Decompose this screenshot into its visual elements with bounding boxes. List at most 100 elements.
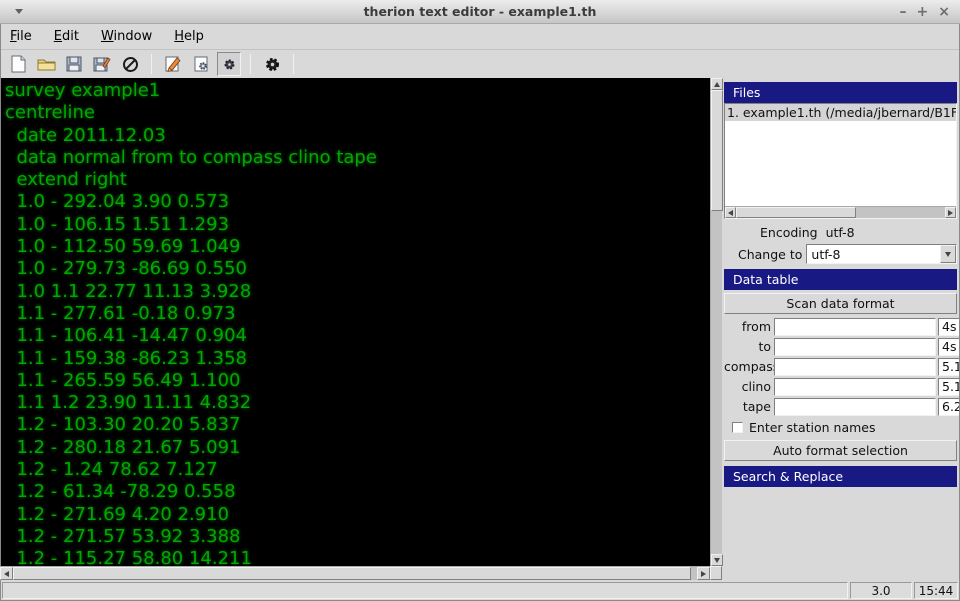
data-table-section-header[interactable]: Data table	[724, 269, 957, 290]
title-bar: therion text editor - example1.th – + ×	[0, 0, 960, 24]
toolbar-separator	[250, 54, 251, 74]
minimize-button[interactable]: –	[900, 3, 907, 21]
combobox-dropdown-button[interactable]	[940, 245, 956, 263]
scroll-right-button[interactable]	[697, 567, 710, 580]
window-menu-button[interactable]	[8, 3, 30, 21]
menu-file[interactable]: File	[10, 29, 32, 44]
encoding-row: Encoding utf-8	[724, 222, 957, 242]
menu-window[interactable]: Window	[101, 29, 152, 44]
tape-row: tape 6.2fx	[724, 397, 957, 416]
compass-format-field[interactable]: 5.1fx	[938, 358, 960, 376]
files-horizontal-scrollbar[interactable]	[725, 206, 956, 218]
encoding-label: Encoding	[760, 225, 818, 240]
from-input[interactable]	[774, 318, 936, 336]
panel-empty-space	[724, 487, 957, 580]
to-input[interactable]	[774, 338, 936, 356]
close-button[interactable]: ×	[938, 3, 950, 21]
scroll-down-button[interactable]	[711, 554, 723, 566]
arrow-left-icon	[4, 571, 9, 577]
close-file-button[interactable]	[118, 52, 142, 76]
compass-input[interactable]	[774, 358, 936, 376]
gear-icon	[264, 56, 281, 73]
vertical-scrollbar-thumb[interactable]	[711, 90, 723, 211]
enter-station-names-checkbox[interactable]	[732, 422, 743, 433]
compile-pencil-icon	[164, 55, 182, 73]
editor-line: 1.2 - 61.34 -78.29 0.558	[5, 481, 710, 503]
enter-station-names-label: Enter station names	[749, 420, 875, 435]
scroll-up-button[interactable]	[711, 78, 723, 90]
tape-format-field[interactable]: 6.2fx	[938, 398, 960, 416]
status-message	[2, 582, 848, 599]
editor-line: 1.0 1.1 22.77 11.13 3.928	[5, 281, 710, 303]
clino-format-field[interactable]: 5.1fx	[938, 378, 960, 396]
editor-line: 1.2 - 1.24 78.62 7.127	[5, 459, 710, 481]
toolbar	[0, 49, 960, 78]
from-row: from 4s	[724, 317, 957, 336]
editor-line: extend right	[5, 169, 710, 191]
page-settings-button[interactable]	[189, 52, 213, 76]
editor-line: 1.0 - 279.73 -86.69 0.550	[5, 258, 710, 280]
editor-line: 1.0 - 112.50 59.69 1.049	[5, 236, 710, 258]
main-area: survey example1centreline date 2011.12.0…	[0, 78, 960, 580]
save-as-button[interactable]	[90, 52, 114, 76]
window-title: therion text editor - example1.th	[0, 4, 960, 19]
compile-button[interactable]	[161, 52, 185, 76]
open-file-button[interactable]	[34, 52, 58, 76]
editor-line: 1.0 - 106.15 1.51 1.293	[5, 214, 710, 236]
clino-input[interactable]	[774, 378, 936, 396]
arrow-up-icon	[714, 82, 720, 87]
new-file-icon	[10, 55, 27, 73]
files-section-header[interactable]: Files	[724, 82, 957, 103]
files-listbox[interactable]: 1. example1.th (/media/jbernard/B1F9-F9	[724, 103, 957, 219]
to-format-field[interactable]: 4s	[938, 338, 960, 356]
status-clock: 15:44	[914, 582, 958, 599]
editor-line: 1.2 - 115.27 58.80 14.211	[5, 548, 710, 566]
toolbar-separator	[293, 54, 294, 74]
to-label: to	[724, 339, 774, 354]
save-button[interactable]	[62, 52, 86, 76]
editor-vertical-scrollbar[interactable]	[710, 78, 722, 566]
file-list-item[interactable]: 1. example1.th (/media/jbernard/B1F9-F9	[725, 104, 956, 121]
status-bar: 3.0 15:44	[0, 580, 960, 601]
editor-line: 1.1 - 265.59 56.49 1.100	[5, 370, 710, 392]
editor-line: 1.2 - 271.69 4.20 2.910	[5, 504, 710, 526]
enter-station-names-row: Enter station names	[724, 418, 957, 437]
encoding-combobox[interactable]: utf-8	[806, 244, 957, 264]
scroll-left-button[interactable]	[725, 207, 736, 218]
horizontal-scrollbar-thumb[interactable]	[13, 567, 691, 580]
menu-help[interactable]: Help	[174, 29, 204, 44]
settings-toggle-button[interactable]	[217, 52, 241, 76]
arrow-down-icon	[714, 558, 720, 563]
toolbar-separator	[151, 54, 152, 74]
menu-bar: File Edit Window Help	[0, 24, 960, 49]
change-to-label: Change to	[724, 247, 806, 262]
new-file-button[interactable]	[6, 52, 30, 76]
encoding-value: utf-8	[826, 225, 855, 240]
save-as-icon	[93, 56, 111, 73]
files-list: 1. example1.th (/media/jbernard/B1F9-F9	[725, 104, 956, 206]
from-format-field[interactable]: 4s	[938, 318, 960, 336]
search-replace-section-header[interactable]: Search & Replace	[724, 466, 957, 487]
text-editor[interactable]: survey example1centreline date 2011.12.0…	[0, 78, 710, 566]
page-settings-icon	[193, 56, 210, 73]
editor-line: data normal from to compass clino tape	[5, 147, 710, 169]
editor-line: centreline	[5, 102, 710, 124]
encoding-combobox-value: utf-8	[807, 247, 940, 262]
clino-row: clino 5.1fx	[724, 377, 957, 396]
chevron-down-icon	[15, 9, 23, 14]
scroll-right-button[interactable]	[945, 207, 956, 218]
menu-edit[interactable]: Edit	[54, 29, 79, 44]
editor-horizontal-scrollbar[interactable]	[0, 566, 710, 580]
editor-line: 1.2 - 103.30 20.20 5.837	[5, 414, 710, 436]
editor-line: 1.2 - 280.18 21.67 5.091	[5, 437, 710, 459]
auto-format-selection-button[interactable]: Auto format selection	[724, 440, 957, 461]
options-button[interactable]	[260, 52, 284, 76]
open-folder-icon	[37, 56, 56, 72]
scroll-left-button[interactable]	[0, 567, 13, 580]
tape-input[interactable]	[774, 398, 936, 416]
files-scrollbar-thumb[interactable]	[736, 207, 856, 218]
editor-line: 1.0 - 292.04 3.90 0.573	[5, 191, 710, 213]
maximize-button[interactable]: +	[917, 3, 929, 21]
chevron-down-icon	[945, 252, 951, 257]
scan-data-format-button[interactable]: Scan data format	[724, 293, 957, 314]
